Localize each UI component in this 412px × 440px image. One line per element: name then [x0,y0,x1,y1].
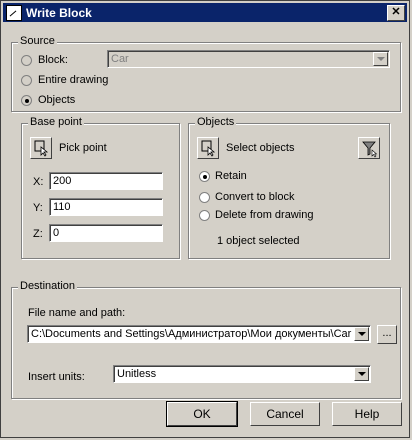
write-block-dialog: Write Block ✕ Source Block: Car Entire d… [0,0,410,438]
insert-units-dropdown[interactable]: Unitless [113,365,371,383]
retain-radio[interactable] [199,171,210,182]
file-path-dropdown-arrow-icon[interactable] [354,327,369,341]
close-button[interactable]: ✕ [387,5,405,21]
help-button[interactable]: Help [332,402,402,426]
delete-from-drawing-radio[interactable] [199,210,210,221]
z-label: Z: [33,228,43,240]
browse-button[interactable]: ... [377,325,397,344]
z-value: 0 [53,227,60,239]
z-coordinate-input[interactable]: 0 [49,224,163,242]
block-name-dropdown[interactable]: Car [107,50,390,68]
cancel-button[interactable]: Cancel [250,402,320,426]
insert-units-value: Unitless [117,368,157,380]
objects-radio[interactable] [21,95,32,106]
block-radio[interactable] [21,55,32,66]
x-value: 200 [53,175,72,187]
pick-point-label: Pick point [59,142,107,154]
quick-select-button[interactable] [358,137,380,159]
y-label: Y: [33,202,43,214]
insert-units-label: Insert units: [28,371,85,383]
convert-to-block-label: Convert to block [215,191,295,203]
block-dropdown-arrow-icon[interactable] [373,52,388,66]
file-path-label: File name and path: [28,307,126,319]
select-objects-label: Select objects [226,142,295,154]
title-bar[interactable]: Write Block ✕ [3,3,407,22]
entire-drawing-label: Entire drawing [38,74,109,86]
quick-select-filter-icon [362,141,378,158]
block-radio-label: Block: [38,54,68,66]
y-coordinate-input[interactable]: 110 [49,198,163,216]
destination-legend: Destination [18,280,78,292]
retain-label: Retain [215,170,247,182]
insert-units-arrow-icon[interactable] [354,367,369,381]
delete-from-drawing-label: Delete from drawing [215,209,314,221]
selection-status: 1 object selected [217,235,300,247]
y-value: 110 [53,201,71,213]
ok-button[interactable]: OK [166,401,238,427]
autocad-app-icon [6,4,22,21]
block-name-value: Car [111,53,129,65]
objects-radio-label: Objects [38,94,76,106]
objects-legend: Objects [195,116,237,128]
pick-point-icon [34,140,49,157]
select-objects-button[interactable] [197,137,219,159]
file-path-combobox[interactable]: C:\Documents and Settings\Администратор\… [27,325,371,343]
base-point-legend: Base point [28,116,84,128]
x-label: X: [33,176,44,188]
file-path-value: C:\Documents and Settings\Администратор\… [31,328,352,340]
select-objects-icon [201,140,216,157]
x-coordinate-input[interactable]: 200 [49,172,163,190]
entire-drawing-radio[interactable] [21,75,32,86]
dialog-title: Write Block [26,5,92,20]
convert-to-block-radio[interactable] [199,192,210,203]
source-legend: Source [18,35,57,47]
pick-point-button[interactable] [30,137,52,159]
